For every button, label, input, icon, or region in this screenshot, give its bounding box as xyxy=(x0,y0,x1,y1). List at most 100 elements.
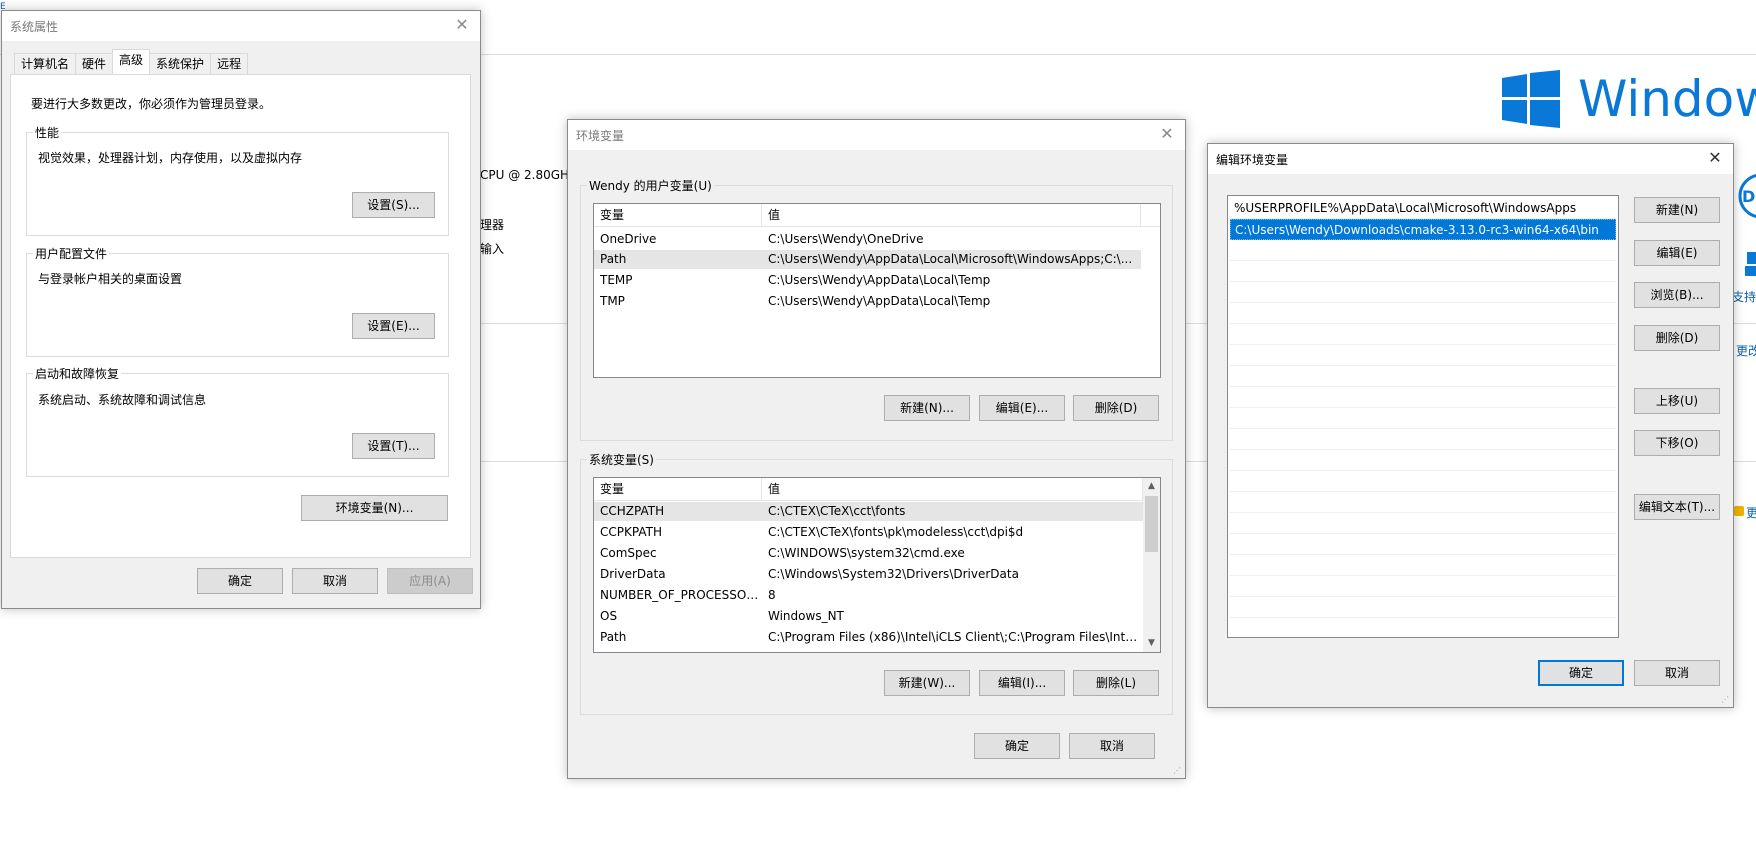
ok-button[interactable]: 确定 xyxy=(1538,660,1624,686)
column-header-value[interactable]: 值 xyxy=(762,478,1143,500)
title-bar[interactable]: 编辑环境变量 ✕ xyxy=(1208,144,1733,174)
list-item[interactable]: %USERPROFILE%\AppData\Local\Microsoft\Wi… xyxy=(1230,198,1616,219)
empty-list-item[interactable] xyxy=(1230,471,1616,492)
ok-button[interactable]: 确定 xyxy=(974,733,1060,759)
column-header-variable[interactable]: 变量 xyxy=(594,478,762,500)
variable-value: C:\Users\Wendy\AppData\Local\Temp xyxy=(768,294,991,308)
user-variables-list[interactable]: 变量 值 OneDrive C:\Users\Wendy\OneDrive Pa… xyxy=(593,203,1161,378)
variable-value: C:\CTEX\CTeX\cct\fonts xyxy=(768,504,906,518)
bg-more-link[interactable]: 更 xyxy=(1746,504,1756,521)
empty-list-item[interactable] xyxy=(1230,492,1616,513)
system-delete-button[interactable]: 删除(L) xyxy=(1073,670,1159,696)
resize-grip-icon[interactable]: ⋰ xyxy=(1173,766,1183,776)
performance-label: 性能 xyxy=(33,124,62,141)
system-new-button[interactable]: 新建(W)... xyxy=(884,670,970,696)
move-up-button[interactable]: 上移(U) xyxy=(1634,388,1720,414)
new-entry-button[interactable]: 新建(N) xyxy=(1634,197,1720,223)
table-row[interactable]: ComSpec C:\WINDOWS\system32\cmd.exe xyxy=(594,544,1143,563)
table-row[interactable]: TEMP C:\Users\Wendy\AppData\Local\Temp xyxy=(594,271,1142,290)
table-row[interactable]: Path C:\Program Files (x86)\Intel\iCLS C… xyxy=(594,628,1143,647)
user-new-button[interactable]: 新建(N)... xyxy=(884,395,970,421)
dialog-title: 环境变量 xyxy=(576,128,625,143)
variable-value: C:\Users\Wendy\OneDrive xyxy=(768,232,924,246)
empty-list-item[interactable] xyxy=(1230,282,1616,303)
user-profiles-label: 用户配置文件 xyxy=(33,245,110,262)
cancel-button[interactable]: 取消 xyxy=(1069,733,1155,759)
edit-entry-button[interactable]: 编辑(E) xyxy=(1634,240,1720,266)
system-variables-list[interactable]: 变量 值 CCHZPATH C:\CTEX\CTeX\cct\fonts CCP… xyxy=(593,477,1161,653)
user-edit-button[interactable]: 编辑(E)... xyxy=(979,395,1065,421)
tab-hardware[interactable]: 硬件 xyxy=(75,53,114,74)
tab-computer-name[interactable]: 计算机名 xyxy=(14,53,77,74)
bg-support-link[interactable]: 支持 xyxy=(1732,288,1756,305)
variable-name: Path xyxy=(600,252,627,266)
empty-list-item[interactable] xyxy=(1230,324,1616,345)
edit-text-button[interactable]: 编辑文本(T)... xyxy=(1634,494,1720,520)
move-down-button[interactable]: 下移(O) xyxy=(1634,430,1720,456)
table-row[interactable]: Path C:\Users\Wendy\AppData\Local\Micros… xyxy=(594,250,1141,269)
empty-list-item[interactable] xyxy=(1230,555,1616,576)
advanced-tab-panel: 要进行大多数更改，你必须作为管理员登录。 性能 视觉效果，处理器计划，内存使用，… xyxy=(10,74,471,558)
resize-grip-icon[interactable]: ⋰ xyxy=(1721,695,1731,705)
startup-recovery-settings-button[interactable]: 设置(T)... xyxy=(352,433,435,459)
empty-list-item[interactable] xyxy=(1230,429,1616,450)
variable-name: OS xyxy=(600,609,618,623)
browse-button[interactable]: 浏览(B)... xyxy=(1634,282,1720,308)
table-row[interactable]: OneDrive C:\Users\Wendy\OneDrive xyxy=(594,230,1142,249)
empty-list-item[interactable] xyxy=(1230,303,1616,324)
empty-list-item[interactable] xyxy=(1230,597,1616,618)
empty-list-item[interactable] xyxy=(1230,534,1616,555)
delete-entry-button[interactable]: 删除(D) xyxy=(1634,325,1720,351)
user-delete-button[interactable]: 删除(D) xyxy=(1073,395,1159,421)
empty-list-item[interactable] xyxy=(1230,387,1616,408)
performance-settings-button[interactable]: 设置(S)... xyxy=(352,192,435,218)
table-row[interactable]: NUMBER_OF_PROCESSORS 8 xyxy=(594,586,1143,605)
empty-list-item[interactable] xyxy=(1230,408,1616,429)
variable-value: Windows_NT xyxy=(768,609,844,623)
empty-list-item[interactable] xyxy=(1230,261,1616,282)
apply-button[interactable]: 应用(A) xyxy=(387,568,473,594)
cancel-button[interactable]: 取消 xyxy=(1634,660,1720,686)
variable-name: NUMBER_OF_PROCESSORS xyxy=(600,588,762,602)
scroll-down-icon[interactable]: ▼ xyxy=(1143,635,1160,652)
user-profiles-settings-button[interactable]: 设置(E)... xyxy=(352,313,435,339)
empty-list-item[interactable] xyxy=(1230,450,1616,471)
performance-desc: 视觉效果，处理器计划，内存使用，以及虚拟内存 xyxy=(38,151,303,165)
tab-remote[interactable]: 远程 xyxy=(210,53,249,74)
system-properties-dialog: 系统属性 ✕ 计算机名 硬件 高级 系统保护 远程 要进行大多数更改，你必须作为… xyxy=(1,10,481,609)
table-row[interactable]: CCHZPATH C:\CTEX\CTeX\cct\fonts xyxy=(594,502,1143,521)
cancel-button[interactable]: 取消 xyxy=(292,568,378,594)
empty-list-item[interactable] xyxy=(1230,345,1616,366)
table-row[interactable]: DriverData C:\Windows\System32\Drivers\D… xyxy=(594,565,1143,584)
startup-recovery-group: 启动和故障恢复 系统启动、系统故障和调试信息 设置(T)... xyxy=(26,365,449,477)
environment-variables-button[interactable]: 环境变量(N)... xyxy=(301,495,448,521)
close-icon[interactable]: ✕ xyxy=(454,17,470,33)
empty-list-item[interactable] xyxy=(1230,576,1616,597)
table-row[interactable]: OS Windows_NT xyxy=(594,607,1143,626)
close-icon[interactable]: ✕ xyxy=(1159,126,1175,142)
list-item[interactable]: C:\Users\Wendy\Downloads\cmake-3.13.0-rc… xyxy=(1230,219,1616,240)
variable-value: C:\Users\Wendy\AppData\Local\Microsoft\W… xyxy=(768,252,1133,266)
tab-advanced[interactable]: 高级 xyxy=(112,49,151,74)
close-icon[interactable]: ✕ xyxy=(1707,150,1723,166)
empty-list-item[interactable] xyxy=(1230,366,1616,387)
empty-list-item[interactable] xyxy=(1230,240,1616,261)
title-bar[interactable]: 环境变量 ✕ xyxy=(568,120,1185,150)
title-bar[interactable]: 系统属性 ✕ xyxy=(2,11,480,41)
shield-icon xyxy=(1734,506,1744,516)
vertical-scrollbar[interactable]: ▲ ▼ xyxy=(1143,478,1160,652)
performance-group: 性能 视觉效果，处理器计划，内存使用，以及虚拟内存 设置(S)... xyxy=(26,124,449,236)
path-entries-list[interactable]: %USERPROFILE%\AppData\Local\Microsoft\Wi… xyxy=(1227,195,1619,638)
user-variables-label: Wendy 的用户变量(U) xyxy=(587,177,714,194)
table-row[interactable]: CCPKPATH C:\CTEX\CTeX\fonts\pk\modeless\… xyxy=(594,523,1143,542)
column-header-value[interactable]: 值 xyxy=(762,204,1141,226)
table-row[interactable]: TMP C:\Users\Wendy\AppData\Local\Temp xyxy=(594,292,1142,311)
empty-list-item[interactable] xyxy=(1230,513,1616,534)
bg-change-link[interactable]: 更改设 xyxy=(1736,342,1756,359)
tab-system-protection[interactable]: 系统保护 xyxy=(149,53,212,74)
system-edit-button[interactable]: 编辑(I)... xyxy=(979,670,1065,696)
scroll-thumb[interactable] xyxy=(1145,496,1158,552)
scroll-up-icon[interactable]: ▲ xyxy=(1143,478,1160,495)
column-header-variable[interactable]: 变量 xyxy=(594,204,762,226)
ok-button[interactable]: 确定 xyxy=(197,568,283,594)
